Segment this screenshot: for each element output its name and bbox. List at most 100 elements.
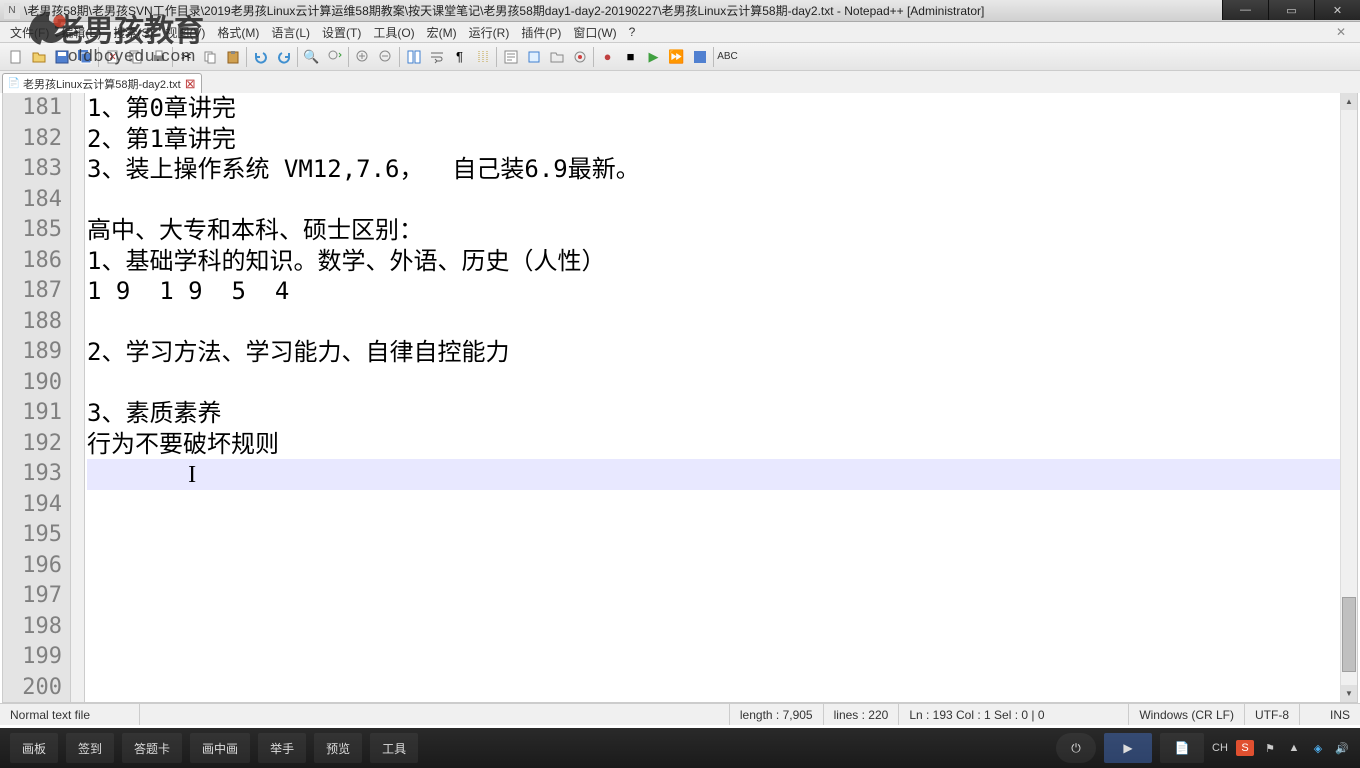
file-tab[interactable]: 📄 老男孩Linux云计算58期-day2.txt ⊠ <box>2 73 202 93</box>
editor-line[interactable] <box>87 307 1340 338</box>
close-file-icon[interactable] <box>101 45 124 68</box>
maximize-button[interactable]: ▭ <box>1268 0 1314 20</box>
task-preview[interactable]: 预览 <box>314 733 362 763</box>
tray-s-icon[interactable]: S <box>1236 740 1254 756</box>
editor-line[interactable]: 2、第1章讲完 <box>87 124 1340 155</box>
menu-search[interactable]: 搜索(S) <box>107 24 159 41</box>
show-all-chars-icon[interactable]: ¶ <box>448 45 471 68</box>
editor-line[interactable]: 3、装上操作系统 VM12,7.6， 自己装6.9最新。 <box>87 154 1340 185</box>
tray-ime[interactable]: CH <box>1212 740 1228 756</box>
editor-line[interactable]: 高中、大专和本科、硕士区别： <box>87 215 1340 246</box>
scroll-down-button[interactable]: ▼ <box>1341 685 1357 702</box>
editor-line[interactable]: 行为不要破坏规则 <box>87 429 1340 460</box>
menu-help[interactable]: ? <box>623 25 642 39</box>
tabbar: 📄 老男孩Linux云计算58期-day2.txt ⊠ <box>0 71 1360 93</box>
zoom-out-icon[interactable] <box>374 45 397 68</box>
editor-line[interactable] <box>87 185 1340 216</box>
tray-flag-icon[interactable]: ⚑ <box>1262 740 1278 756</box>
status-spacer <box>140 704 730 725</box>
editor-line[interactable] <box>87 551 1340 582</box>
replace-icon[interactable] <box>323 45 346 68</box>
paste-icon[interactable] <box>221 45 244 68</box>
task-power-icon[interactable]: ⏻ <box>1056 733 1096 763</box>
editor-line[interactable]: 1、第0章讲完 <box>87 93 1340 124</box>
menu-view[interactable]: 视图(V) <box>159 24 211 41</box>
tray-volume-icon[interactable]: 🔊 <box>1334 740 1350 756</box>
line-number-gutter: 1811821831841851861871881891901911921931… <box>3 93 71 702</box>
menu-run[interactable]: 运行(R) <box>463 24 516 41</box>
line-number: 193 <box>3 459 62 490</box>
task-play-icon[interactable]: ▶ <box>1104 733 1152 763</box>
macro-record-icon[interactable]: ● <box>596 45 619 68</box>
redo-icon[interactable] <box>272 45 295 68</box>
editor-line[interactable]: 2、学习方法、学习能力、自律自控能力 <box>87 337 1340 368</box>
open-file-icon[interactable] <box>27 45 50 68</box>
close-button[interactable]: ✕ <box>1314 0 1360 20</box>
print-icon[interactable] <box>147 45 170 68</box>
task-notepad-icon[interactable]: 📄 <box>1160 733 1204 763</box>
folder-view-icon[interactable] <box>545 45 568 68</box>
editor-line[interactable]: 1、基础学科的知识。数学、外语、历史（人性） <box>87 246 1340 277</box>
func-list-icon[interactable] <box>522 45 545 68</box>
tray-up-icon[interactable]: ▲ <box>1286 740 1302 756</box>
line-number: 197 <box>3 581 62 612</box>
scroll-thumb[interactable] <box>1342 597 1356 672</box>
editor-line[interactable] <box>87 490 1340 521</box>
menu-language[interactable]: 语言(L) <box>265 24 316 41</box>
monitor-icon[interactable] <box>568 45 591 68</box>
task-raisehand[interactable]: 举手 <box>258 733 306 763</box>
menubar-close-icon[interactable]: ✕ <box>1330 25 1352 39</box>
macro-stop-icon[interactable]: ■ <box>619 45 642 68</box>
sync-vscroll-icon[interactable] <box>402 45 425 68</box>
macro-play-icon[interactable]: ▶ <box>642 45 665 68</box>
macro-save-icon[interactable] <box>688 45 711 68</box>
menu-edit[interactable]: 编辑(E) <box>55 24 107 41</box>
doc-map-icon[interactable] <box>499 45 522 68</box>
scroll-up-button[interactable]: ▲ <box>1341 93 1357 110</box>
task-answercard[interactable]: 答题卡 <box>122 733 182 763</box>
editor-line[interactable]: 1 9 1 9 5 4 <box>87 276 1340 307</box>
text-editor[interactable]: 1、第0章讲完2、第1章讲完3、装上操作系统 VM12,7.6， 自己装6.9最… <box>85 93 1340 702</box>
editor-line[interactable]: 3、素质素养 <box>87 398 1340 429</box>
tray-shield-icon[interactable]: ◈ <box>1310 740 1326 756</box>
line-number: 196 <box>3 551 62 582</box>
save-all-icon[interactable] <box>73 45 96 68</box>
line-number: 194 <box>3 490 62 521</box>
find-icon[interactable]: 🔍 <box>300 45 323 68</box>
editor-line[interactable] <box>87 642 1340 673</box>
editor-line[interactable] <box>87 520 1340 551</box>
menu-macro[interactable]: 宏(M) <box>421 24 463 41</box>
menu-window[interactable]: 窗口(W) <box>567 24 622 41</box>
window-title: \老男孩58期\老男孩SVN工作目录\2019老男孩Linux云计算运维58期教… <box>24 2 984 19</box>
editor-line[interactable]: I <box>87 459 1340 490</box>
menu-plugins[interactable]: 插件(P) <box>515 24 567 41</box>
new-file-icon[interactable] <box>4 45 27 68</box>
undo-icon[interactable] <box>249 45 272 68</box>
editor-line[interactable] <box>87 581 1340 612</box>
minimize-button[interactable]: — <box>1222 0 1268 20</box>
spellcheck-icon[interactable]: ABC <box>716 45 739 68</box>
macro-repeat-icon[interactable]: ⏩ <box>665 45 688 68</box>
indent-guide-icon[interactable] <box>471 45 494 68</box>
task-signin[interactable]: 签到 <box>66 733 114 763</box>
menu-tools[interactable]: 工具(O) <box>367 24 420 41</box>
task-drawboard[interactable]: 画板 <box>10 733 58 763</box>
cut-icon[interactable]: ✂ <box>175 45 198 68</box>
editor-line[interactable] <box>87 368 1340 399</box>
line-number: 200 <box>3 673 62 704</box>
editor-line[interactable] <box>87 612 1340 643</box>
tab-close-icon[interactable]: ⊠ <box>185 78 197 90</box>
menu-file[interactable]: 文件(F) <box>4 24 55 41</box>
window-titlebar: N \老男孩58期\老男孩SVN工作目录\2019老男孩Linux云计算运维58… <box>0 0 1360 22</box>
task-pip[interactable]: 画中画 <box>190 733 250 763</box>
zoom-in-icon[interactable] <box>351 45 374 68</box>
menu-settings[interactable]: 设置(T) <box>316 24 367 41</box>
copy-icon[interactable] <box>198 45 221 68</box>
menu-format[interactable]: 格式(M) <box>211 24 265 41</box>
close-all-icon[interactable] <box>124 45 147 68</box>
save-icon[interactable] <box>50 45 73 68</box>
task-tools[interactable]: 工具 <box>370 733 418 763</box>
wordwrap-icon[interactable] <box>425 45 448 68</box>
vertical-scrollbar[interactable]: ▲ ▼ <box>1340 93 1357 702</box>
editor-line[interactable] <box>87 673 1340 704</box>
